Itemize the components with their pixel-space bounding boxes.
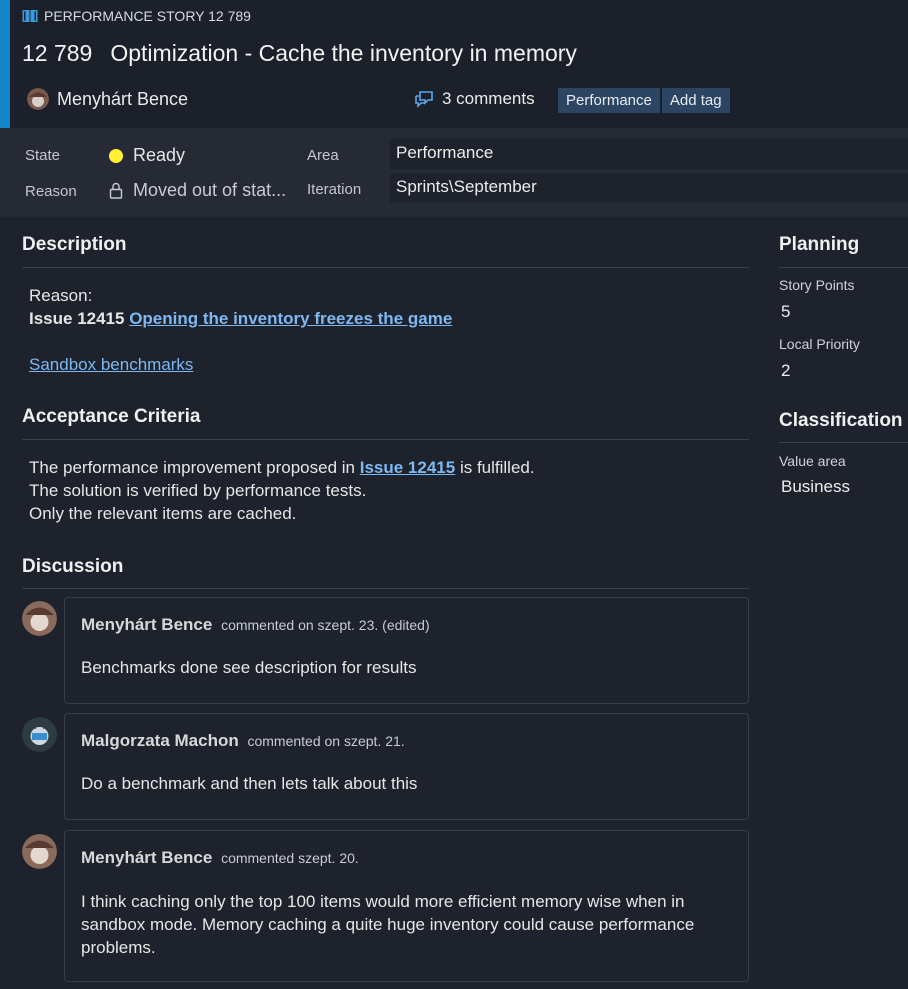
tag-performance[interactable]: Performance	[558, 88, 660, 113]
description-reason-label: Reason:	[29, 286, 93, 305]
work-item-type-label: PERFORMANCE STORY 12 789	[44, 8, 251, 24]
assignee-picker[interactable]: Menyhárt Bence	[27, 88, 188, 110]
avatar[interactable]	[22, 717, 57, 752]
work-item-title-text[interactable]: Optimization - Cache the inventory in me…	[110, 40, 577, 67]
acceptance-criteria-body[interactable]: The performance improvement proposed in …	[29, 456, 535, 525]
work-item-id: 12 789	[22, 40, 93, 66]
story-points-field[interactable]: 5	[781, 302, 790, 322]
description-heading: Description	[22, 234, 127, 255]
work-item-type-color-bar	[0, 0, 10, 128]
area-field[interactable]: Performance	[390, 139, 908, 169]
planning-divider	[779, 267, 908, 268]
issue-link[interactable]: Opening the inventory freezes the game	[129, 309, 452, 328]
avatar[interactable]	[22, 834, 57, 869]
local-priority-label: Local Priority	[779, 336, 860, 352]
comment-header: Malgorzata Machon commented on szept. 21…	[81, 731, 405, 751]
comment-header: Menyhárt Bence commented szept. 20.	[81, 848, 359, 868]
comments-icon	[415, 91, 433, 108]
acceptance-line1-before: The performance improvement proposed in	[29, 458, 355, 477]
comment-author[interactable]: Malgorzata Machon	[81, 731, 239, 750]
sandbox-benchmarks-link[interactable]: Sandbox benchmarks	[29, 355, 193, 374]
reason-label: Reason	[25, 183, 77, 200]
comment-header: Menyhárt Bence commented on szept. 23. (…	[81, 615, 430, 635]
reason-value: Moved out of stat...	[133, 180, 287, 200]
tag-list: Performance Add tag	[558, 88, 730, 113]
acceptance-line3: Only the relevant items are cached.	[29, 504, 297, 523]
comment-author[interactable]: Menyhárt Bence	[81, 615, 212, 634]
iteration-label: Iteration	[307, 181, 362, 198]
state-indicator-icon	[109, 148, 123, 163]
issue-prefix: Issue 12415	[29, 309, 125, 328]
discussion-divider	[22, 588, 749, 589]
acceptance-issue-link[interactable]: Issue 12415	[360, 458, 455, 477]
work-item-fields: State Ready Reason Moved out of stat... …	[0, 128, 908, 217]
comments-count: 3 comments	[442, 89, 535, 108]
comment-card: Malgorzata Machon commented on szept. 21…	[64, 713, 749, 820]
comment-card: Menyhárt Bence commented szept. 20. I th…	[64, 830, 749, 982]
acceptance-line1-after: is fulfilled.	[459, 458, 535, 477]
state-value: Ready	[133, 145, 186, 165]
comment-meta: commented szept. 20.	[221, 850, 359, 866]
value-area-label: Value area	[779, 453, 846, 469]
planning-heading: Planning	[779, 234, 860, 255]
state-label: State	[25, 147, 61, 164]
work-item-type: PERFORMANCE STORY 12 789	[22, 8, 251, 24]
description-body[interactable]: Reason: Issue 12415 Opening the inventor…	[29, 284, 452, 376]
work-item-title[interactable]: 12 789 Optimization - Cache the inventor…	[22, 40, 577, 67]
value-area-field[interactable]: Business	[781, 477, 850, 497]
discussion-heading: Discussion	[22, 556, 124, 577]
area-label: Area	[307, 147, 339, 164]
add-tag-button[interactable]: Add tag	[661, 88, 730, 113]
comment-body: Benchmarks done see description for resu…	[81, 658, 417, 677]
acceptance-line2: The solution is verified by performance …	[29, 481, 367, 500]
work-item-header: PERFORMANCE STORY 12 789 12 789 Optimiza…	[0, 0, 908, 128]
description-divider	[22, 267, 749, 268]
classification-heading: Classification	[779, 410, 903, 431]
classification-divider	[779, 442, 908, 443]
acceptance-criteria-heading: Acceptance Criteria	[22, 406, 201, 427]
story-points-label: Story Points	[779, 277, 855, 293]
comment-card: Menyhárt Bence commented on szept. 23. (…	[64, 597, 749, 704]
comment-body: Do a benchmark and then lets talk about …	[81, 774, 418, 793]
iteration-field[interactable]: Sprints\September	[390, 173, 908, 203]
comment-meta: commented on szept. 23. (edited)	[221, 617, 430, 633]
assignee-name: Menyhárt Bence	[57, 88, 189, 109]
state-dropdown[interactable]: Ready	[109, 145, 185, 166]
book-icon	[22, 10, 38, 22]
comments-link[interactable]: 3 comments	[414, 89, 535, 109]
reason-field: Moved out of stat...	[109, 180, 286, 201]
avatar[interactable]	[22, 601, 57, 636]
description-issue-line: Issue 12415 Opening the inventory freeze…	[29, 307, 452, 330]
acceptance-divider	[22, 439, 749, 440]
comment-author[interactable]: Menyhárt Bence	[81, 848, 212, 867]
lock-icon	[109, 182, 123, 199]
comment-meta: commented on szept. 21.	[247, 733, 405, 749]
comment-body: I think caching only the top 100 items w…	[81, 892, 695, 957]
avatar	[27, 88, 49, 110]
local-priority-field[interactable]: 2	[781, 361, 790, 381]
